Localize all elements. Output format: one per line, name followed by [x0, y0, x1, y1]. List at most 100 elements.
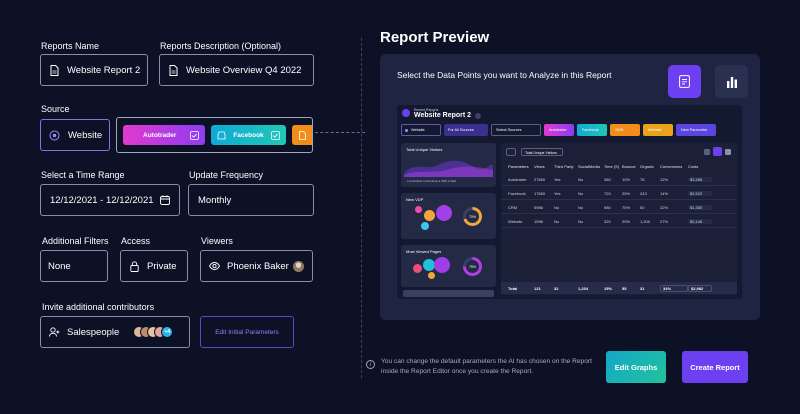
connector-line: [315, 132, 365, 133]
report-name-value: Website Report 2: [67, 64, 141, 76]
viewers-select[interactable]: Phoenix Baker: [200, 250, 313, 282]
frequency-select[interactable]: Monthly: [188, 184, 314, 216]
edit-initial-parameters-button[interactable]: Edit Initial Parameters: [200, 316, 294, 348]
add-user-icon: [49, 327, 60, 337]
viewers-label: Viewers: [201, 236, 233, 246]
create-report-button[interactable]: Create Report: [682, 351, 748, 383]
back-icon[interactable]: [402, 109, 410, 117]
table-cell: 50: [640, 205, 645, 210]
table-cell: $2,146: [688, 219, 712, 224]
table-row[interactable]: Website 1596 No No 320 20% 1,200 27% $2,146: [501, 216, 737, 228]
document-icon: [299, 130, 306, 140]
table-cell: No: [578, 205, 584, 210]
table-cell: 27%: [660, 219, 669, 224]
table-cell: 1,200: [640, 219, 651, 224]
calendar-icon: [160, 195, 170, 205]
document-icon: [50, 64, 59, 76]
source-select[interactable]: Website: [40, 119, 110, 151]
table-cell: 243: [640, 191, 647, 196]
table-cell: Yes: [554, 191, 561, 196]
table-cell: 17650: [534, 191, 546, 196]
chart-view-button[interactable]: [715, 65, 748, 98]
dash-chip[interactable]: SMS: [610, 124, 640, 136]
dash-chip[interactable]: Website: [643, 124, 673, 136]
edit-graphs-button[interactable]: Edit Graphs: [606, 351, 666, 383]
data-table-panel: Total Unique Visitors Parameters Views Thi…: [501, 143, 737, 295]
new-vdp-card: New VDP 70%: [401, 193, 496, 239]
dashboard-preview: Recent Reports Website Report 2 Website …: [397, 105, 742, 299]
report-name-field[interactable]: Website Report 2: [40, 54, 148, 86]
table-cell: 1596: [534, 219, 543, 224]
access-select[interactable]: Private: [120, 250, 188, 282]
table-row[interactable]: CRM 5986 No No 980 70% 50 22% $1,350: [501, 202, 737, 214]
table-cell: 720: [604, 191, 611, 196]
table-total-row: Total 121 32 1,234 15% 55 31 34% $2,982: [501, 282, 737, 294]
source-chip-more[interactable]: [292, 125, 312, 145]
source-value: Website: [68, 129, 103, 141]
table-cell: Facebook: [508, 191, 526, 196]
dash-source-select[interactable]: Website: [401, 124, 441, 136]
table-cell: Website: [508, 219, 523, 224]
dash-select-sources[interactable]: Select Sources: [491, 124, 541, 136]
settings-icon[interactable]: [475, 113, 481, 119]
filters-value: None: [48, 260, 71, 272]
avatar-count-badge: +4: [161, 326, 174, 338]
report-icon: [679, 75, 690, 88]
page-title: Report Preview: [380, 29, 490, 46]
table-cell: No: [578, 177, 584, 182]
dash-title: Website Report 2: [414, 112, 472, 119]
preview-subtitle: Select the Data Points you want to Analy…: [397, 70, 612, 80]
report-view-button[interactable]: [668, 65, 701, 98]
bar-chart-icon: [726, 76, 737, 88]
table-header: Parameters Views Third Party SocialMedia Tim…: [508, 163, 699, 169]
bar-chart-icon[interactable]: [725, 149, 731, 155]
report-name-label: Reports Name: [41, 41, 100, 51]
table-cell: 20%: [622, 219, 631, 224]
table-cell: No: [554, 205, 560, 210]
target-icon: [49, 130, 60, 140]
table-cell: 70%: [622, 205, 631, 210]
most-viewed-card: Most Viewed Pages 75%: [401, 245, 496, 287]
table-row[interactable]: Facebook 17650 Yes No 720 25% 243 14% $2,522: [501, 188, 737, 200]
avatar: [293, 260, 304, 272]
source-chip-autotrader[interactable]: Autotrader: [123, 125, 205, 145]
table-cell: $2,522: [688, 191, 712, 196]
source-label: Source: [41, 104, 70, 114]
table-cell: $1,350: [688, 205, 712, 210]
filters-select[interactable]: None: [40, 250, 108, 282]
source-chip-facebook[interactable]: Facebook: [211, 125, 286, 145]
table-cell: 320: [604, 219, 611, 224]
table-cell: Autotrader: [508, 177, 527, 182]
lock-icon: [130, 260, 139, 272]
description-label: Reports Description (Optional): [160, 41, 282, 51]
filter-icon[interactable]: [506, 148, 516, 156]
share-icon[interactable]: [704, 149, 710, 155]
frequency-value: Monthly: [198, 194, 232, 206]
dash-toolbar: Website For All Sources Select Sources A…: [401, 124, 738, 136]
dash-new-parameter[interactable]: New Parameter: [676, 124, 716, 136]
table-cell: 25%: [622, 191, 631, 196]
table-row[interactable]: Autotrader 27650 Yes No 380 10% 78 12% $3,456: [501, 174, 737, 186]
table-cell: 14%: [660, 191, 669, 196]
dash-chip[interactable]: Facebook: [577, 124, 607, 136]
table-cell: 22%: [660, 205, 669, 210]
table-cell: No: [578, 191, 584, 196]
table-cell: No: [578, 219, 584, 224]
preview-panel: Select the Data Points you want to Analy…: [380, 54, 760, 320]
table-cell: Yes: [554, 177, 561, 182]
dash-all-sources[interactable]: For All Sources: [444, 124, 488, 136]
time-range-field[interactable]: 12/12/2021 - 12/12/2021: [40, 184, 180, 216]
description-field[interactable]: Website Overview Q4 2022: [159, 54, 314, 86]
report-icon[interactable]: [713, 147, 722, 156]
check-icon: [271, 130, 280, 140]
dash-chip[interactable]: Autotrader: [544, 124, 574, 136]
avatar-group: +4: [133, 326, 175, 338]
table-cell: 380: [604, 177, 611, 182]
invite-field[interactable]: Salespeople +4: [40, 316, 190, 348]
frequency-label: Update Frequency: [189, 170, 264, 180]
table-filter-select[interactable]: Total Unique Visitors: [521, 148, 563, 156]
vertical-divider: [361, 38, 362, 378]
table-cell: $3,456: [688, 177, 712, 182]
add-card-button[interactable]: [403, 290, 494, 297]
source-chips-box[interactable]: Autotrader Facebook: [116, 117, 313, 153]
